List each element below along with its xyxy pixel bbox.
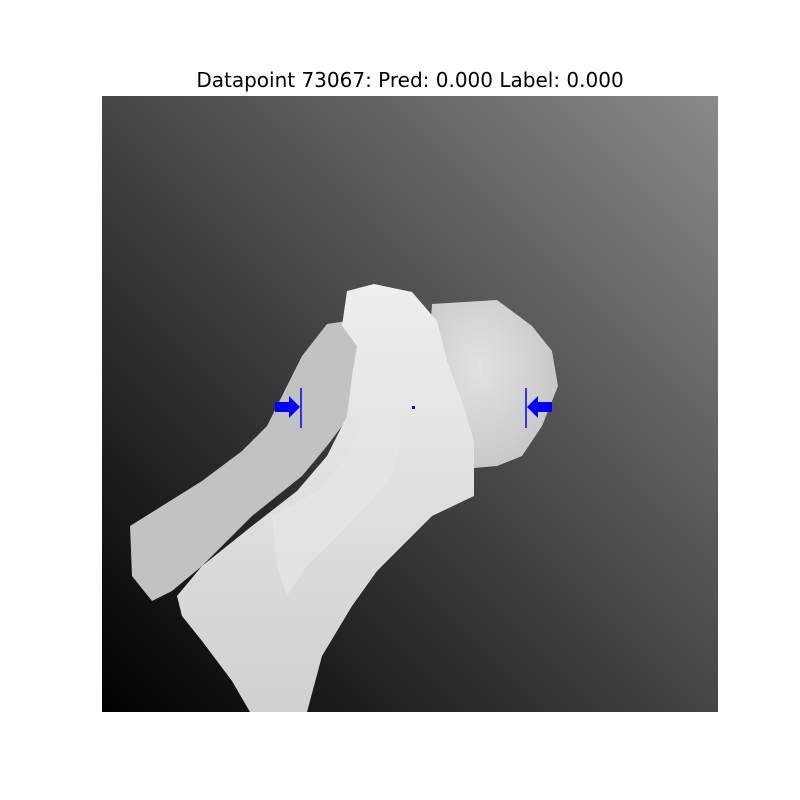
- depth-image: [102, 96, 718, 712]
- figure-title: Datapoint 73067: Pred: 0.000 Label: 0.00…: [196, 68, 624, 92]
- depth-image-panel: [102, 96, 718, 712]
- grasp-center-dot: [412, 406, 415, 409]
